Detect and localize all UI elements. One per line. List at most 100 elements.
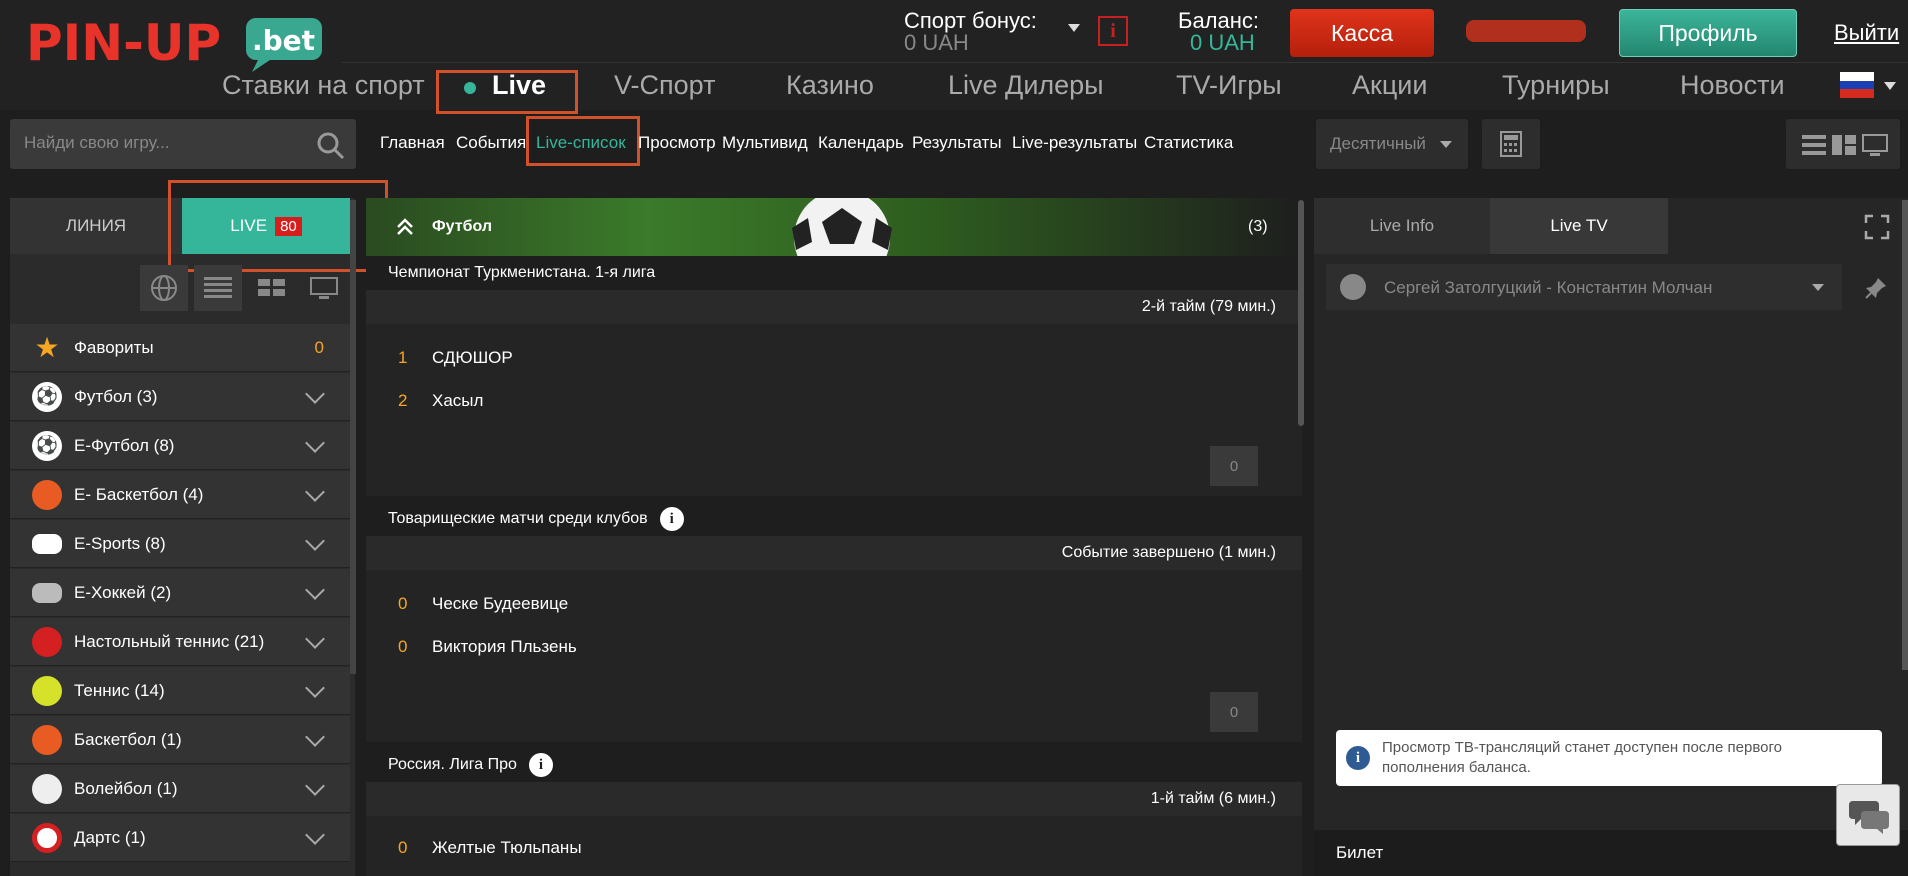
sport-row-basketball[interactable]: Баскетбол (1) bbox=[10, 716, 350, 764]
team-1: 0 Ческе Будеевице bbox=[398, 594, 568, 614]
sport-header-football[interactable]: Футбол (3) bbox=[366, 198, 1302, 256]
nav-tournaments[interactable]: Турниры bbox=[1502, 70, 1610, 101]
match-name: Сергей Затолгуцкий - Константин Молчан bbox=[1384, 278, 1713, 297]
profile-label: Профиль bbox=[1658, 19, 1758, 46]
subnav-main[interactable]: Главная bbox=[380, 133, 445, 153]
event-row[interactable]: 0 Желтые Тюльпаны bbox=[366, 816, 1302, 876]
kassa-button[interactable]: Касса bbox=[1290, 9, 1434, 57]
darts-icon bbox=[32, 822, 62, 853]
nav-promos[interactable]: Акции bbox=[1352, 70, 1427, 101]
sport-row-efootball[interactable]: ⚽ E-Футбол (8) bbox=[10, 422, 350, 470]
event-row[interactable]: 1 СДЮШОР 2 Хасыл 0 bbox=[366, 324, 1302, 496]
collapse-up-icon[interactable] bbox=[396, 218, 414, 236]
volleyball-icon bbox=[32, 773, 62, 804]
subnav-results[interactable]: Результаты bbox=[912, 133, 1002, 153]
tab-live-tv[interactable]: Live TV bbox=[1490, 198, 1668, 254]
star-icon: ★ bbox=[34, 332, 60, 363]
chevron-down-icon bbox=[305, 579, 325, 600]
sport-label: Теннис (14) bbox=[74, 680, 165, 700]
bet-slip-header[interactable]: Билет bbox=[1314, 830, 1908, 876]
globe-icon bbox=[151, 275, 177, 301]
nav-casino[interactable]: Казино bbox=[786, 70, 874, 101]
chat-button[interactable] bbox=[1836, 784, 1900, 846]
pin-icon[interactable] bbox=[1864, 276, 1888, 300]
nav-vsport[interactable]: V-Спорт bbox=[614, 70, 715, 101]
sport-row-ehockey[interactable]: E-Хоккей (2) bbox=[10, 569, 350, 617]
sport-row-ebasketball[interactable]: E- Баскетбол (4) bbox=[10, 471, 350, 519]
subnav-view[interactable]: Просмотр bbox=[638, 133, 716, 153]
kassa-label: Касса bbox=[1331, 19, 1393, 46]
sport-bonus-value: 0 UAH bbox=[904, 30, 969, 55]
info-icon: i bbox=[1346, 746, 1370, 770]
info-square-icon[interactable]: i bbox=[1098, 16, 1128, 46]
sport-label: Дартс (1) bbox=[74, 827, 146, 847]
fullscreen-icon[interactable] bbox=[1864, 214, 1890, 240]
subnav-events[interactable]: События bbox=[456, 133, 526, 153]
tv-view-icon[interactable] bbox=[1862, 134, 1888, 156]
events-scrollbar[interactable] bbox=[1298, 200, 1304, 426]
search-icon[interactable] bbox=[316, 131, 346, 161]
sport-row-esports[interactable]: E-Sports (8) bbox=[10, 520, 350, 568]
subnav-multiview[interactable]: Мультивид bbox=[722, 133, 808, 153]
nav-divider bbox=[342, 62, 1908, 63]
tab-live-info[interactable]: Live Info bbox=[1314, 198, 1490, 254]
odds-button[interactable]: 0 bbox=[1210, 692, 1258, 732]
odds-button[interactable]: 0 bbox=[1210, 446, 1258, 486]
basketball-icon bbox=[32, 724, 62, 755]
event-row[interactable]: 0 Ческе Будеевице 0 Виктория Пльзень 0 bbox=[366, 570, 1302, 742]
sidebar-scrollbar[interactable] bbox=[350, 200, 356, 674]
nav-live-dealers[interactable]: Live Дилеры bbox=[948, 70, 1104, 101]
chevron-down-icon bbox=[1440, 141, 1452, 148]
language-dropdown-icon[interactable] bbox=[1884, 82, 1896, 90]
logo[interactable]: PIN-UP .bet bbox=[26, 14, 326, 76]
right-scrollbar[interactable] bbox=[1902, 200, 1908, 670]
info-icon[interactable]: i bbox=[659, 507, 684, 531]
bonus-dropdown-icon[interactable] bbox=[1068, 24, 1080, 32]
nav-news[interactable]: Новости bbox=[1680, 70, 1785, 101]
filter-grid-button[interactable] bbox=[248, 265, 296, 311]
odds-format-select[interactable]: Десятичный bbox=[1316, 119, 1468, 169]
sport-row-favorites[interactable]: ★ Фавориты 0 bbox=[10, 324, 350, 372]
team-score: 0 bbox=[398, 594, 408, 613]
header: PIN-UP .bet Спорт бонус: 0 UAH i Баланс:… bbox=[0, 0, 1908, 114]
gamepad-icon bbox=[32, 533, 62, 554]
exit-link[interactable]: Выйти bbox=[1834, 20, 1899, 46]
match-select[interactable]: Сергей Затолгуцкий - Константин Молчан bbox=[1326, 264, 1842, 310]
grid-view-icon[interactable] bbox=[1832, 134, 1856, 156]
search-input[interactable]: Найди свою игру... bbox=[10, 119, 356, 169]
sport-label: E-Хоккей (2) bbox=[74, 582, 172, 602]
profile-button[interactable]: Профиль bbox=[1619, 9, 1797, 57]
sport-row-table-tennis[interactable]: Настольный теннис (21) bbox=[10, 618, 350, 666]
tennis-ball-icon bbox=[32, 675, 62, 706]
team-score: 1 bbox=[398, 348, 408, 367]
notice-text: Просмотр ТВ-трансляций станет доступен п… bbox=[1382, 739, 1782, 776]
team-score: 0 bbox=[398, 637, 408, 656]
nav-tv-games[interactable]: TV-Игры bbox=[1176, 70, 1282, 101]
tab-line[interactable]: ЛИНИЯ bbox=[10, 198, 182, 254]
sport-row-tennis[interactable]: Теннис (14) bbox=[10, 667, 350, 715]
subnav-statistics[interactable]: Статистика bbox=[1144, 133, 1233, 153]
subnav-calendar[interactable]: Календарь bbox=[818, 133, 904, 153]
nav-sports[interactable]: Ставки на спорт bbox=[222, 70, 425, 101]
calculator-button[interactable] bbox=[1482, 119, 1540, 169]
redacted-username bbox=[1466, 20, 1586, 42]
subnav-live-results[interactable]: Live-результаты bbox=[1012, 133, 1137, 153]
sport-title: Футбол bbox=[432, 218, 493, 235]
sport-row-volleyball[interactable]: Волейбол (1) bbox=[10, 765, 350, 813]
filter-globe-button[interactable] bbox=[140, 265, 188, 311]
sport-row-darts[interactable]: Дартс (1) bbox=[10, 814, 350, 862]
list-view-icon[interactable] bbox=[1802, 134, 1826, 156]
tab-line-label: ЛИНИЯ bbox=[65, 216, 127, 235]
chevron-down-icon bbox=[305, 824, 325, 845]
russia-flag-icon[interactable] bbox=[1840, 72, 1874, 98]
team-name: СДЮШОР bbox=[432, 348, 513, 367]
sport-label: E- Баскетбол (4) bbox=[74, 484, 204, 504]
info-icon[interactable]: i bbox=[528, 753, 553, 777]
list-icon bbox=[204, 277, 232, 298]
tab-live-info-label: Live Info bbox=[1369, 216, 1435, 235]
filter-tv-button[interactable] bbox=[300, 265, 348, 311]
sport-row-football[interactable]: ⚽ Футбол (3) bbox=[10, 373, 350, 421]
chevron-down-icon bbox=[305, 726, 325, 747]
match-status: 2-й тайм (79 мин.) bbox=[366, 290, 1302, 324]
filter-list-button[interactable] bbox=[194, 265, 242, 311]
